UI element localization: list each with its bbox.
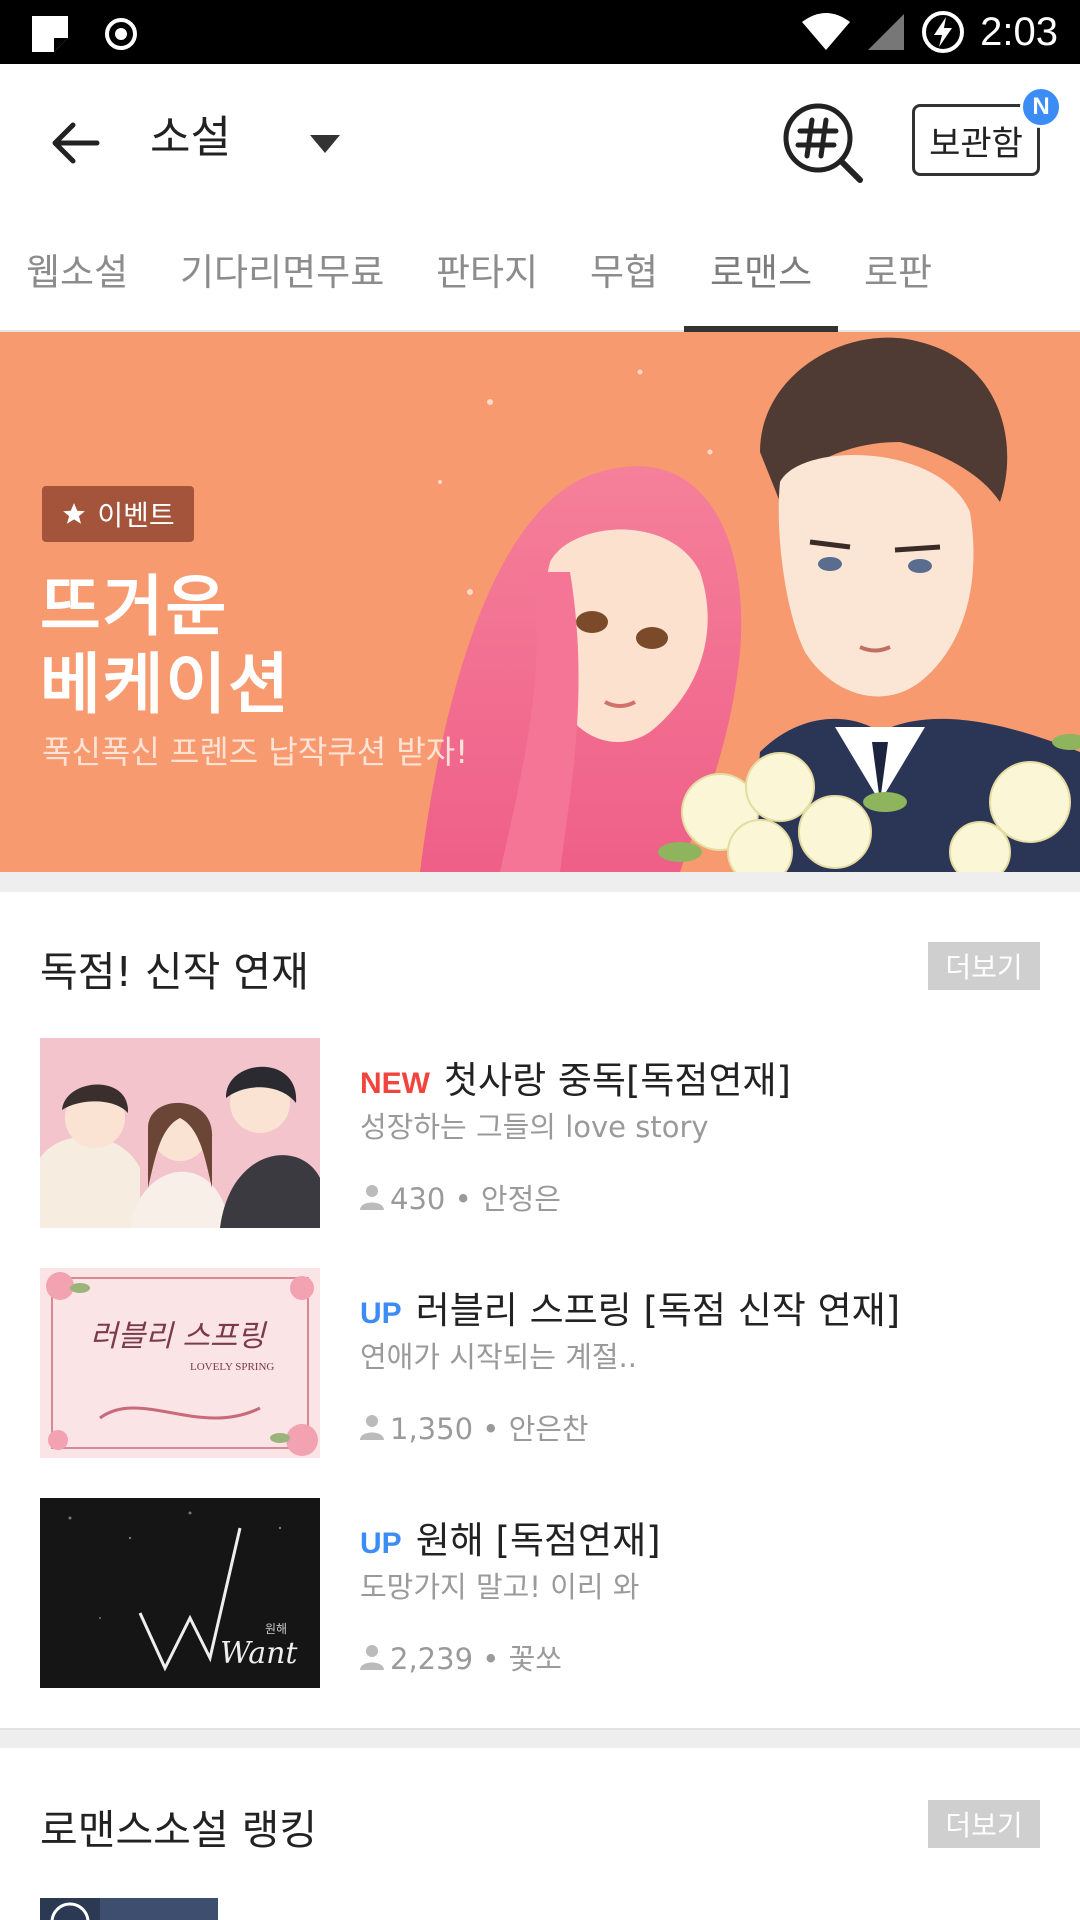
item-meta-text: 2,239 • 꽃쏘 <box>390 1642 562 1676</box>
item-title: 첫사랑 중독[독점연재] <box>444 1059 791 1102</box>
item-meta: 1,350 • 안은찬 <box>360 1406 589 1448</box>
list-item[interactable]: Want 원해 UP 원해 [독점연재] 도망가지 말고! 이리 와 2,239… <box>40 1498 1050 1688</box>
section-divider <box>0 872 1080 892</box>
caret-down-icon <box>310 135 340 153</box>
event-badge: 이벤트 <box>42 486 194 542</box>
up-badge-label: UP <box>360 1527 402 1560</box>
banner-title: 뜨거운 베케이션 <box>40 568 291 724</box>
item-title: 원해 [독점연재] <box>415 1519 661 1562</box>
cover-thumbnail <box>40 1038 320 1228</box>
status-bar: 2:03 <box>0 0 1080 64</box>
wifi-icon <box>802 13 851 50</box>
tab-web-novel[interactable]: 웹소설 <box>26 214 128 332</box>
item-meta-text: 1,350 • 안은찬 <box>390 1412 589 1446</box>
note-icon <box>32 16 68 52</box>
item-title: 러블리 스프링 [독점 신작 연재] <box>415 1289 901 1332</box>
arrow-left-icon <box>52 122 100 164</box>
cover-thumbnail: Want 원해 <box>40 1498 320 1688</box>
banner-illustration <box>420 337 1080 872</box>
up-badge-label: UP <box>360 1297 402 1330</box>
new-badge: N <box>1020 86 1062 128</box>
banner-subtitle: 폭신폭신 프렌즈 납작쿠션 받자! <box>42 733 469 771</box>
section-title-ranking: 로맨스소설 랭킹 <box>40 1806 318 1854</box>
event-banner[interactable]: 이벤트 뜨거운 베케이션 폭신폭신 프렌즈 납작쿠션 받자! <box>0 332 1080 872</box>
section-title-exclusive: 독점! 신작 연재 <box>40 948 309 996</box>
top-app-bar: 소설 보관함 N <box>0 64 1080 214</box>
category-dropdown-button[interactable] <box>300 124 350 164</box>
tag-search-button[interactable] <box>780 100 870 190</box>
thumb-subtitle-text: LOVELY SPRING <box>190 1361 274 1373</box>
item-description: 연애가 시작되는 계절.. <box>360 1340 637 1374</box>
item-title-row: UP 원해 [독점연재] <box>360 1510 661 1564</box>
person-icon <box>360 1645 384 1670</box>
tab-romance-fantasy[interactable]: 로판 <box>864 214 932 332</box>
item-description: 도망가지 말고! 이리 와 <box>360 1570 640 1604</box>
more-button-ranking[interactable]: 더보기 <box>928 1800 1040 1848</box>
thumb-title-text: Want <box>220 1636 298 1671</box>
item-title-row: UP 러블리 스프링 [독점 신작 연재] <box>360 1280 900 1334</box>
person-icon <box>360 1185 384 1210</box>
signal-icon <box>868 14 905 50</box>
thumb-subtitle-text: 원해 <box>265 1622 287 1636</box>
tab-fantasy[interactable]: 판타지 <box>436 214 538 332</box>
banner-title-line2: 베케이션 <box>40 646 291 723</box>
list-item[interactable]: 러블리 스프링 LOVELY SPRING UP 러블리 스프링 [독점 신작 … <box>40 1268 1050 1458</box>
ranking-thumbnail-partial[interactable] <box>40 1898 218 1920</box>
section-divider <box>0 1728 1080 1748</box>
record-icon <box>105 18 137 50</box>
page-title: 소설 <box>150 112 231 163</box>
item-meta: 2,239 • 꽃쏘 <box>360 1636 562 1678</box>
event-badge-label: 이벤트 <box>97 499 175 532</box>
item-title-row: NEW 첫사랑 중독[독점연재] <box>360 1050 791 1104</box>
back-button[interactable] <box>40 108 110 178</box>
battery-charging-icon <box>922 11 965 53</box>
list-item[interactable]: NEW 첫사랑 중독[독점연재] 성장하는 그들의 love story 430… <box>40 1038 1050 1228</box>
more-button-exclusive[interactable]: 더보기 <box>928 942 1040 990</box>
item-meta-text: 430 • 안정은 <box>390 1182 561 1216</box>
new-badge-label: NEW <box>360 1067 430 1100</box>
tab-martial-arts[interactable]: 무협 <box>590 214 658 332</box>
thumb-title-text: 러블리 스프링 <box>90 1319 268 1354</box>
clock: 2:03 <box>980 10 1058 54</box>
item-meta: 430 • 안정은 <box>360 1176 561 1218</box>
item-description: 성장하는 그들의 love story <box>360 1110 709 1144</box>
person-icon <box>360 1415 384 1440</box>
hashtag-search-icon <box>783 103 863 183</box>
star-icon <box>63 503 86 524</box>
tab-romance[interactable]: 로맨스 <box>710 214 812 332</box>
cover-thumbnail: 러블리 스프링 LOVELY SPRING <box>40 1268 320 1458</box>
genre-tabs: 웹소설 기다리면무료 판타지 무협 로맨스 로판 <box>0 214 1080 332</box>
banner-title-line1: 뜨거운 <box>40 568 229 645</box>
tab-wait-free[interactable]: 기다리면무료 <box>180 214 384 332</box>
